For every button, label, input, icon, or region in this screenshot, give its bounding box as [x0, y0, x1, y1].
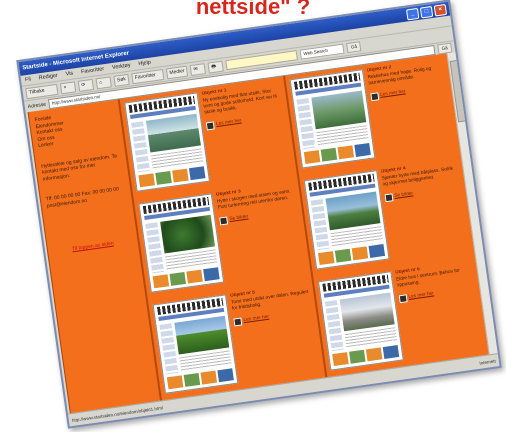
listing-entry: Objekt nr 3 Hytte i skogen med strøm og … [138, 182, 307, 303]
listing-caption: Objekt nr 2 Rekkehus med hage. Rolig og … [366, 58, 458, 168]
stop-icon[interactable]: × [59, 80, 77, 94]
listing-entry: Objekt nr 4 Sjønær hytte med båtplass. S… [303, 159, 472, 280]
toolbar-go-button[interactable]: Gå [346, 41, 362, 54]
sidebar-contact: Tlf: 00 00 00 00 Fax: 00 00 00 00 post@e… [45, 186, 120, 209]
sidebar-nav: Forside Eiendommer Kontakt oss Om oss Le… [34, 106, 118, 149]
listing-link[interactable]: Les mer her [216, 119, 242, 129]
listing-thumbnail[interactable] [303, 170, 390, 270]
listing-link[interactable]: Les mer her [408, 291, 434, 301]
listing-thumbnail[interactable] [138, 193, 225, 293]
listing-entry: Objekt nr 1 Ny enebolig med flott utsikt… [124, 81, 293, 202]
sidebar-description: Hytteutleie og salg av eiendom. Ta konta… [40, 152, 118, 183]
security-zone: Internett [478, 358, 497, 366]
search-button[interactable]: Søk [113, 73, 130, 87]
refresh-icon[interactable]: ⟳ [77, 78, 95, 92]
media-button[interactable]: Medier [165, 65, 189, 79]
address-label: Adresse [27, 101, 47, 110]
listing-link[interactable]: Se bilder [394, 191, 414, 200]
listing-link[interactable]: Se bilder [229, 215, 249, 224]
camera-icon [205, 121, 215, 131]
camera-icon [369, 92, 379, 102]
listing-caption: Objekt nr 5 Tomt med utsikt over dalen. … [230, 283, 322, 393]
listing-thumbnail[interactable] [152, 294, 239, 394]
page-content: Forside Eiendommer Kontakt oss Om oss Le… [27, 53, 490, 415]
close-button[interactable]: × [433, 3, 448, 17]
listing-caption: Objekt nr 6 Eldre hus i sentrum. Behov f… [395, 260, 487, 370]
minimize-button[interactable]: _ [405, 7, 420, 20]
camera-icon [233, 317, 243, 327]
listing-thumbnail[interactable] [317, 271, 404, 371]
camera-icon [219, 216, 229, 226]
camera-icon [383, 193, 394, 203]
camera-icon [398, 294, 408, 304]
listing-entry: Objekt nr 2 Rekkehus med hage. Rolig og … [289, 58, 458, 179]
listing-link[interactable]: Les mer her [243, 315, 269, 325]
listing-link[interactable]: Les mer her [380, 89, 406, 99]
listing-thumbnail[interactable] [124, 92, 211, 192]
listing-caption: Objekt nr 1 Ny enebolig med flott utsikt… [201, 81, 293, 191]
scrollbar-thumb[interactable] [449, 50, 502, 123]
listing-caption: Objekt nr 3 Hytte i skogen med strøm og … [216, 182, 308, 292]
menu-view[interactable]: Vis [65, 71, 73, 78]
mail-icon[interactable]: ✉ [189, 62, 207, 76]
browser-window: Startside - Microsoft Internet Explorer … [16, 0, 502, 429]
menu-file[interactable]: Fil [25, 76, 32, 83]
menu-help[interactable]: Hjelp [138, 60, 151, 68]
home-icon[interactable]: ⌂ [95, 75, 112, 89]
maximize-button[interactable]: □ [419, 5, 434, 19]
print-icon[interactable]: 🖶 [207, 60, 225, 74]
listing-caption: Objekt nr 4 Sjønær hytte med båtplass. S… [381, 159, 473, 269]
listing-thumbnail[interactable] [289, 69, 375, 169]
back-to-top-link[interactable]: Til toppen av siden [53, 238, 133, 256]
